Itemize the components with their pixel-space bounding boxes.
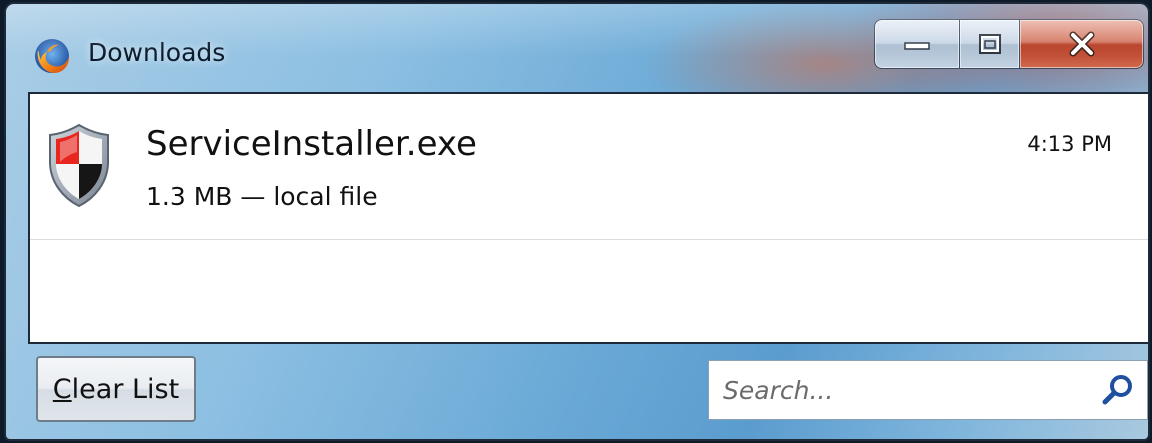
minimize-icon	[904, 42, 930, 50]
security-shield-icon	[49, 123, 109, 208]
downloads-list[interactable]: ServiceInstaller.exe 1.3 MB — local file…	[28, 92, 1148, 344]
window-title: Downloads	[88, 38, 226, 67]
close-button[interactable]	[1020, 19, 1144, 69]
window-controls	[874, 19, 1148, 69]
clear-list-label: lear List	[71, 373, 180, 405]
downloads-window: Downloads ServiceInstaller.exe 1.3 MB — …	[4, 2, 1150, 441]
download-status: 1.3 MB — local file	[146, 182, 378, 211]
search-box[interactable]	[708, 360, 1148, 420]
maximize-button[interactable]	[960, 19, 1020, 69]
search-input[interactable]	[709, 361, 1099, 419]
download-filename: ServiceInstaller.exe	[146, 124, 477, 164]
maximize-icon	[978, 34, 1001, 54]
download-item[interactable]: ServiceInstaller.exe 1.3 MB — local file…	[30, 94, 1148, 240]
download-time: 4:13 PM	[1027, 132, 1112, 156]
search-icon[interactable]	[1101, 373, 1135, 407]
clear-list-mnemonic: C	[52, 373, 72, 405]
clear-list-button[interactable]: Clear List	[36, 356, 196, 422]
close-icon	[1069, 31, 1094, 57]
minimize-button[interactable]	[874, 19, 960, 69]
title-bar[interactable]: Downloads	[6, 4, 1148, 94]
firefox-icon	[35, 39, 70, 73]
